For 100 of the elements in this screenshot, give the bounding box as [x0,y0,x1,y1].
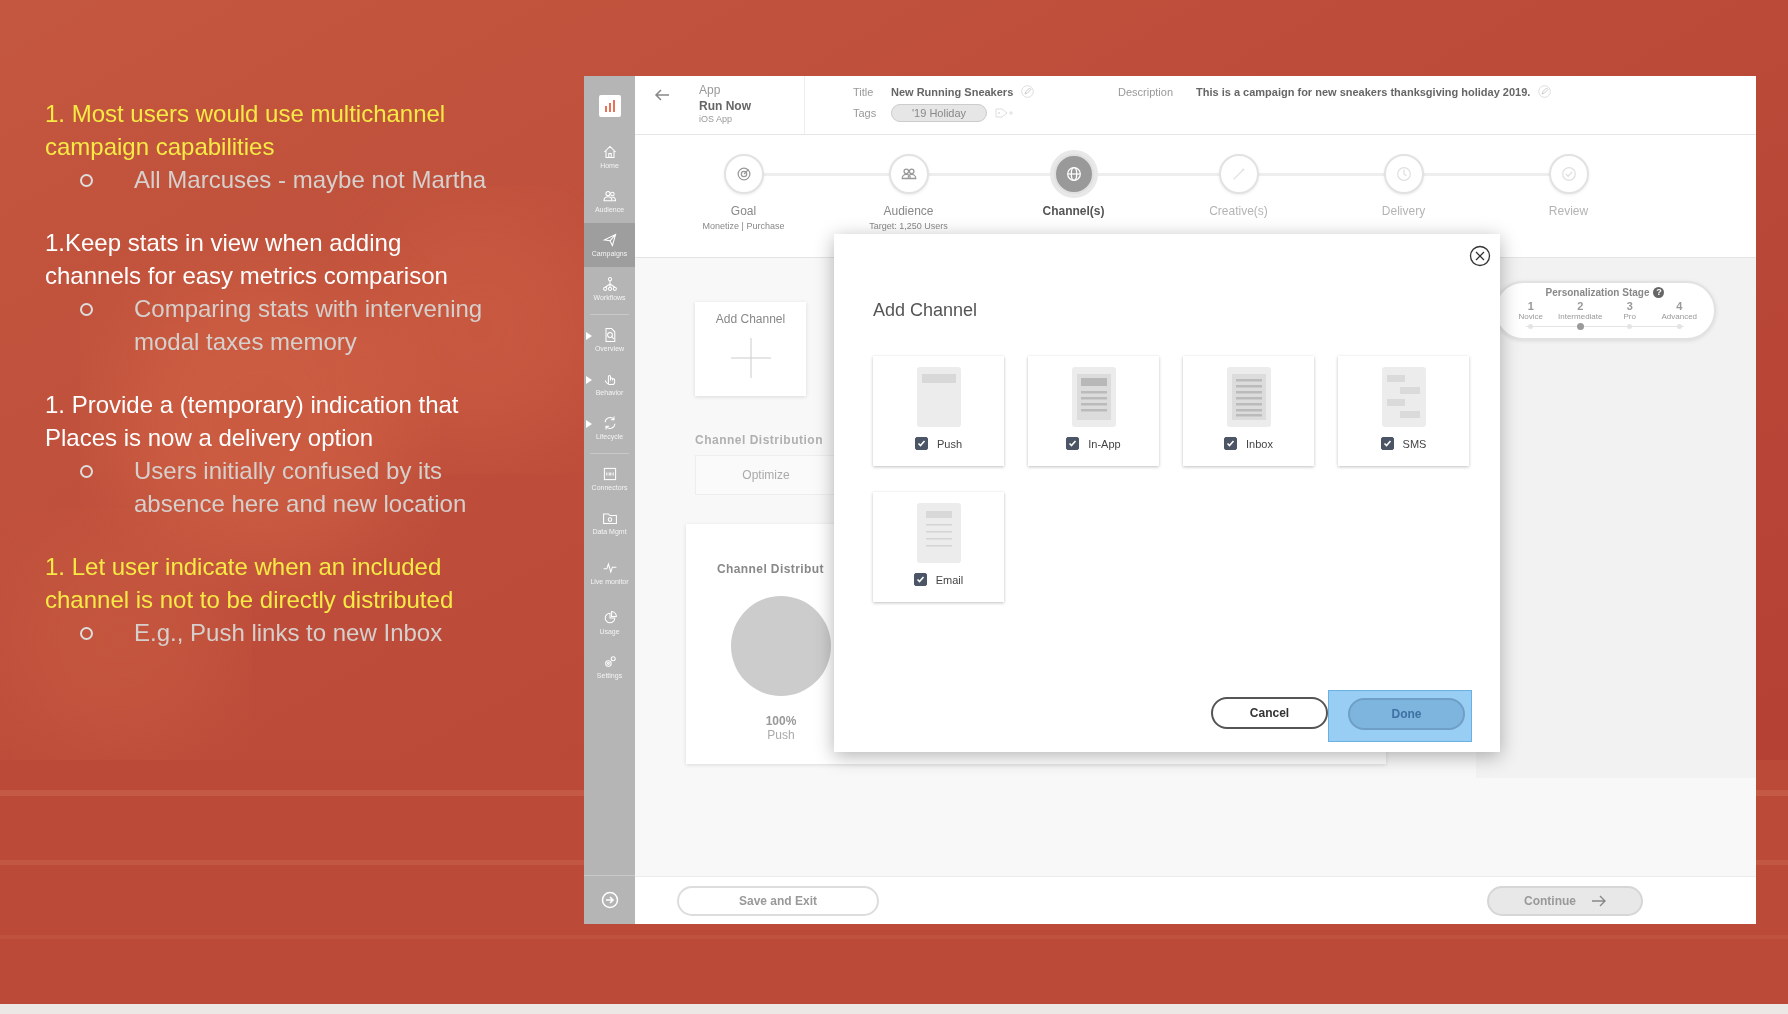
checkmark-icon [916,439,926,448]
checkbox[interactable] [913,573,927,586]
channel-card[interactable]: Email [873,492,1004,602]
step-label: Channel(s) [1042,204,1105,219]
value-label: 100% [765,714,797,728]
channel-card[interactable]: SMS [1338,356,1469,466]
channel-thumbnail-icon [916,503,961,563]
checkmark-icon [1382,439,1392,448]
stage-dot[interactable] [1528,324,1534,329]
checkbox[interactable] [1224,437,1238,450]
channel-label: SMS [1402,437,1427,450]
connector-icon [601,466,618,482]
step-label: Audience [883,204,934,219]
checkbox[interactable] [1066,437,1080,450]
clock-icon [1394,165,1413,183]
logo-icon [598,94,621,117]
app-label: App [699,83,722,98]
people-icon [601,188,618,204]
save-exit-button[interactable]: Save and Exit [677,885,879,916]
paper-plane-icon [601,232,618,248]
step-circle[interactable] [723,154,764,194]
stage-title: Personalization Stage [1545,287,1650,298]
stage-label: Intermediate [1557,312,1604,321]
channel-card[interactable]: Push [873,356,1004,466]
exit-icon[interactable] [600,891,619,909]
channel-thumbnail-icon [1071,367,1116,427]
bullet-icon [80,174,93,187]
section-label: Channel Distribution [695,433,823,447]
checkmark-icon [915,575,925,584]
note-heading: 1. Most users would use multichannel campaign capabilities [45,99,447,162]
note-subpoint: Users initially confused by its absence here and new location [134,456,468,519]
checkbox[interactable] [1380,437,1394,450]
note-subpoint: E.g., Push links to new Inbox [134,618,444,648]
stage-number: 4 [1675,301,1684,312]
modal-title: Add Channel [873,300,979,321]
channel-thumbnail-icon [916,367,961,427]
help-icon[interactable]: ? [1653,287,1665,298]
back-arrow-icon[interactable] [654,88,670,102]
step-detail: Monetize | Purchase [702,221,785,232]
campaign-title: New Running Sneakers [891,85,1014,98]
bullet-icon [80,465,93,478]
channel-label: Inbox [1246,437,1273,450]
step-label: Creative(s) [1209,204,1268,219]
field-label: Description [1118,85,1175,98]
stage-dot[interactable] [1676,324,1682,329]
step-circle[interactable] [1053,154,1094,194]
folder-icon [601,510,618,526]
pulse-icon [601,560,618,576]
stage-label: Pro [1622,312,1637,321]
app-name: Run Now [699,98,752,114]
continue-button[interactable]: Continue [1487,885,1643,916]
campaign-description: This is a campaign for new sneakers thanksgiving holiday 2019. [1196,85,1531,98]
home-icon [601,144,618,160]
stage-label: Advanced [1660,312,1699,321]
cancel-button[interactable]: Cancel [1211,697,1328,729]
card-title: Add Channel [715,312,786,326]
tag-chip[interactable]: '19 Holiday [891,104,988,122]
step-detail: Target: 1,250 Users [869,221,948,232]
step-label: Delivery [1381,204,1426,219]
note-heading: 1. Provide a (temporary) indication that Places is now a delivery option [45,390,460,453]
stage-dot[interactable] [1627,324,1633,329]
channel-label: In-App [1088,437,1121,450]
edit-icon[interactable] [1538,85,1552,98]
workflow-icon [601,276,618,292]
stage-number: 3 [1625,301,1634,312]
check-icon [1559,165,1578,183]
field-label: Tags [853,107,878,119]
close-icon[interactable] [1469,245,1491,267]
checkbox[interactable] [914,437,928,450]
channel-thumbnail-icon [1381,367,1426,427]
edit-icon[interactable] [1021,85,1035,98]
step-label: Review [1548,204,1589,219]
stage-dot[interactable] [1576,323,1584,330]
step-circle[interactable] [888,154,929,194]
channel-card[interactable]: In-App [1028,356,1159,466]
plus-icon [730,338,771,378]
stage-number: 1 [1526,301,1535,312]
note-heading: 1. Let user indicate when an included channel is not to be directly distributed [45,552,455,615]
channel-label: Push [936,437,963,450]
note-subpoint: Comparing stats with intervening modal taxes memory [134,294,484,357]
channel-thumbnail-icon [1226,367,1271,427]
step-label: Goal [730,204,757,219]
note-subpoint: All Marcuses - maybe not Martha [134,165,488,195]
arrow-right-icon [1592,894,1606,907]
checkmark-icon [1226,439,1236,448]
channel-label: Email [935,573,964,586]
done-button[interactable]: Done [1348,698,1465,730]
stage-number: 2 [1576,301,1585,312]
bullet-icon [80,303,93,316]
globe-icon [1064,165,1083,183]
checkmark-icon [1068,439,1078,448]
stage-label: Novice [1517,312,1544,321]
category-label: Push [767,728,795,742]
platform-label: iOS App [699,114,734,124]
note-heading: 1.Keep stats in view when adding channels for easy metrics comparison [45,228,449,291]
add-channel-card[interactable]: Add Channel [695,302,806,396]
field-label: Title [853,85,875,98]
bullet-icon [80,627,93,640]
channel-card[interactable]: Inbox [1183,356,1314,466]
chart-title: Channel Distribut [717,562,825,576]
